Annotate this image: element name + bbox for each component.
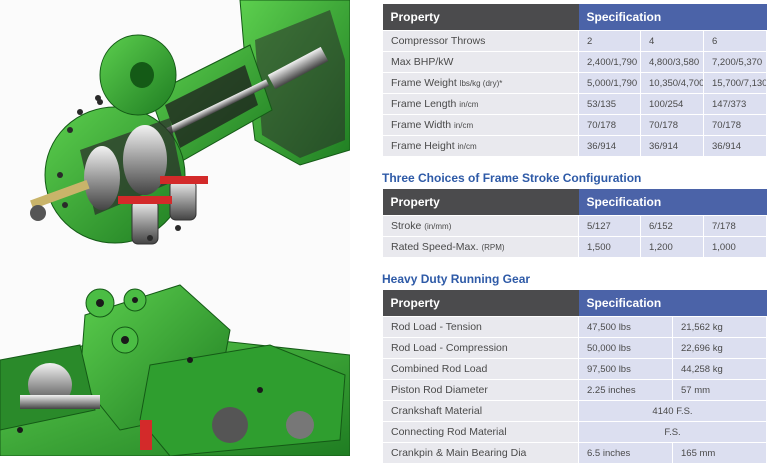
table-row: Frame Length in/cm 53/135 100/254 147/37… bbox=[382, 93, 768, 115]
cell-value: 97,500 lbs bbox=[578, 358, 673, 380]
cell-value: 70/178 bbox=[578, 114, 641, 136]
cell-value: 21,562 kg bbox=[672, 316, 767, 338]
section-title-running-gear: Heavy Duty Running Gear bbox=[382, 272, 531, 286]
table-row: Frame Weight lbs/kg (dry)* 5,000/1,790 1… bbox=[382, 72, 768, 94]
row-label: Crankshaft Material bbox=[382, 400, 579, 422]
row-label: Frame Width in/cm bbox=[382, 114, 579, 136]
cell-value: 7,200/5,370 bbox=[702, 51, 768, 73]
cell-value: 7/178 bbox=[702, 215, 768, 237]
table-row: Frame Width in/cm 70/178 70/178 70/178 bbox=[382, 114, 768, 136]
table-row: Piston Rod Diameter 2.25 inches 57 mm bbox=[382, 379, 767, 401]
row-label: Frame Height in/cm bbox=[382, 135, 579, 157]
row-unit: in/cm bbox=[459, 100, 479, 109]
table-row: Crankpin & Main Bearing Dia 6.5 inches 1… bbox=[382, 442, 767, 464]
table-row: Stroke (in/mm) 5/127 6/152 7/178 bbox=[382, 215, 768, 237]
cell-value: 6/152 bbox=[640, 215, 704, 237]
row-label: Frame Length in/cm bbox=[382, 93, 579, 115]
cell-value: F.S. bbox=[578, 421, 767, 443]
cell-value: 100/254 bbox=[640, 93, 704, 115]
header-property: Property bbox=[382, 290, 579, 317]
header-specification: Specification bbox=[578, 4, 767, 31]
compressor-render-image bbox=[0, 0, 350, 456]
row-unit: (in/mm) bbox=[424, 222, 452, 231]
row-unit: in/cm bbox=[457, 142, 477, 151]
cell-value: 1,500 bbox=[578, 236, 641, 258]
specification-panel: Property Specification Compressor Throws… bbox=[382, 0, 768, 464]
row-label: Max BHP/kW bbox=[382, 51, 579, 73]
row-label: Combined Rod Load bbox=[382, 358, 579, 380]
spec-table-running-gear: Property Specification Rod Load - Tensio… bbox=[382, 290, 767, 464]
cell-value: 1,200 bbox=[640, 236, 704, 258]
row-unit: lbs/kg (dry)* bbox=[459, 79, 503, 88]
table-row: Max BHP/kW 2,400/1,790 4,800/3,580 7,200… bbox=[382, 51, 768, 73]
row-label: Compressor Throws bbox=[382, 30, 579, 52]
cell-value: 53/135 bbox=[578, 93, 641, 115]
row-label: Frame Weight lbs/kg (dry)* bbox=[382, 72, 579, 94]
row-unit: in/cm bbox=[454, 121, 474, 130]
row-label: Piston Rod Diameter bbox=[382, 379, 579, 401]
cell-value: 50,000 lbs bbox=[578, 337, 673, 359]
cell-value: 57 mm bbox=[672, 379, 767, 401]
cell-value: 4,800/3,580 bbox=[640, 51, 704, 73]
cell-value: 70/178 bbox=[702, 114, 768, 136]
table-row: Connecting Rod Material F.S. bbox=[382, 421, 767, 443]
cell-value: 15,700/7,130 bbox=[702, 72, 768, 94]
cell-value: 5,000/1,790 bbox=[578, 72, 641, 94]
cell-value: 147/373 bbox=[702, 93, 768, 115]
row-label: Rod Load - Compression bbox=[382, 337, 579, 359]
header-property: Property bbox=[382, 4, 579, 31]
header-property: Property bbox=[382, 189, 579, 216]
cell-value: 165 mm bbox=[672, 442, 767, 464]
table-row: Compressor Throws 2 4 6 bbox=[382, 30, 768, 52]
row-label: Rated Speed-Max. (RPM) bbox=[382, 236, 579, 258]
table-row: Crankshaft Material 4140 F.S. bbox=[382, 400, 767, 422]
table-row: Rod Load - Tension 47,500 lbs 21,562 kg bbox=[382, 316, 767, 338]
cell-value: 4140 F.S. bbox=[578, 400, 767, 422]
cell-value: 36/914 bbox=[578, 135, 641, 157]
row-label: Rod Load - Tension bbox=[382, 316, 579, 338]
cell-value: 22,696 kg bbox=[672, 337, 767, 359]
table-header-row: Property Specification bbox=[382, 290, 767, 317]
table-row: Rated Speed-Max. (RPM) 1,500 1,200 1,000 bbox=[382, 236, 768, 258]
section-title-stroke: Three Choices of Frame Stroke Configurat… bbox=[382, 171, 642, 185]
row-unit: (RPM) bbox=[481, 243, 505, 252]
table-header-row: Property Specification bbox=[382, 4, 767, 31]
table-row: Rod Load - Compression 50,000 lbs 22,696… bbox=[382, 337, 767, 359]
cell-value: 6.5 inches bbox=[578, 442, 673, 464]
header-specification: Specification bbox=[578, 189, 767, 216]
row-label: Connecting Rod Material bbox=[382, 421, 579, 443]
cell-value: 70/178 bbox=[640, 114, 704, 136]
cell-value: 47,500 lbs bbox=[578, 316, 673, 338]
cell-value: 2,400/1,790 bbox=[578, 51, 641, 73]
spec-table-general: Property Specification Compressor Throws… bbox=[382, 4, 768, 157]
cell-value: 6 bbox=[702, 30, 768, 52]
cell-value: 36/914 bbox=[640, 135, 704, 157]
row-label: Crankpin & Main Bearing Dia bbox=[382, 442, 579, 464]
header-specification: Specification bbox=[578, 290, 767, 317]
cell-value: 10,350/4,700 bbox=[640, 72, 704, 94]
spec-table-stroke: Property Specification Stroke (in/mm) 5/… bbox=[382, 189, 768, 258]
table-row: Combined Rod Load 97,500 lbs 44,258 kg bbox=[382, 358, 767, 380]
cell-value: 1,000 bbox=[702, 236, 768, 258]
table-row: Frame Height in/cm 36/914 36/914 36/914 bbox=[382, 135, 768, 157]
compressor-illustrations bbox=[0, 0, 350, 456]
table-header-row: Property Specification bbox=[382, 189, 767, 216]
cell-value: 2.25 inches bbox=[578, 379, 673, 401]
cell-value: 36/914 bbox=[702, 135, 768, 157]
cell-value: 2 bbox=[578, 30, 641, 52]
cell-value: 44,258 kg bbox=[672, 358, 767, 380]
row-label: Stroke (in/mm) bbox=[382, 215, 579, 237]
cell-value: 5/127 bbox=[578, 215, 641, 237]
cell-value: 4 bbox=[640, 30, 704, 52]
